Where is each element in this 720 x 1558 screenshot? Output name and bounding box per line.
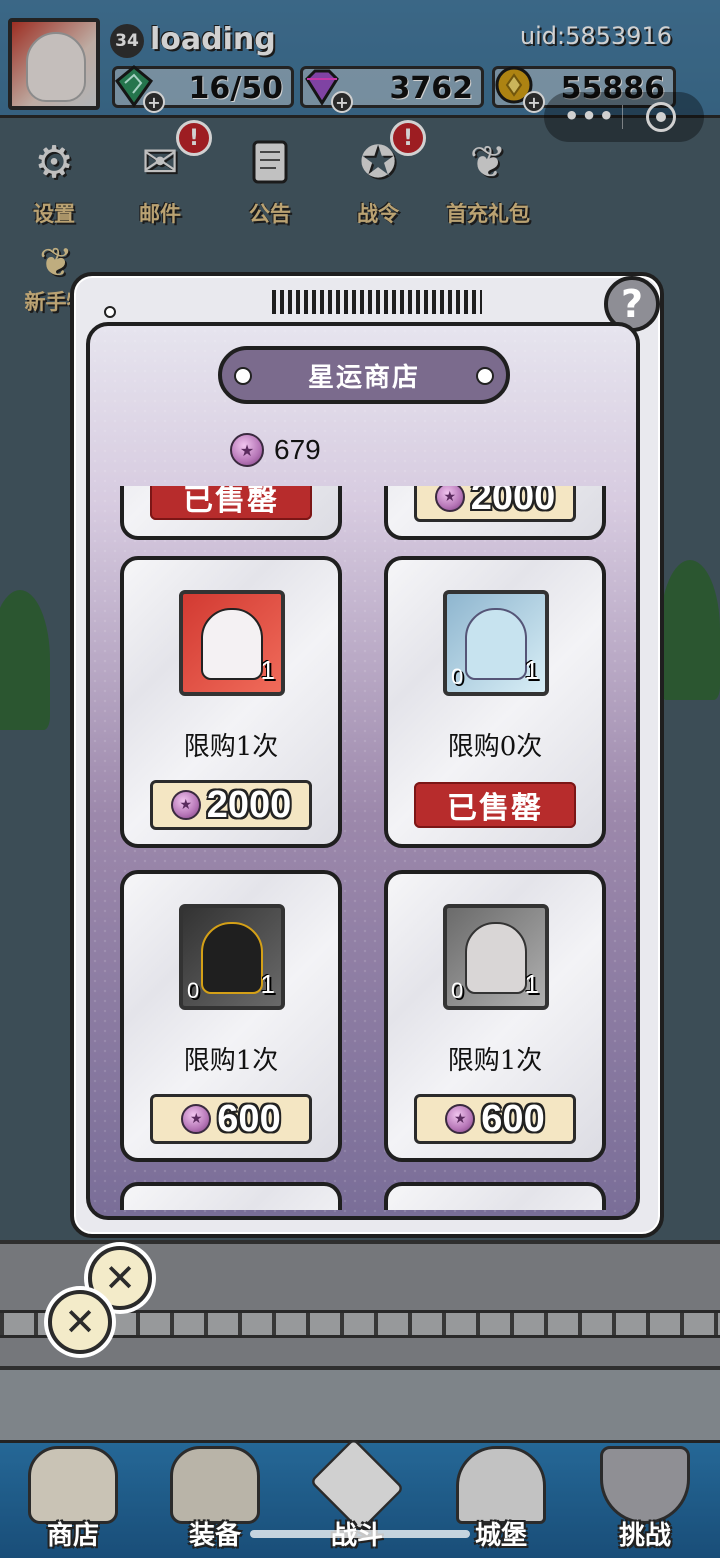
purchase-limit: 限购1次 — [183, 1046, 279, 1076]
item-count: 1 — [524, 969, 539, 999]
tab-challenge[interactable]: 挑战 — [580, 1446, 710, 1556]
shop-item-card-partial[interactable]: 已售罄 — [120, 486, 342, 540]
tab-challenge-label: 挑战 — [618, 1521, 671, 1551]
buy-button[interactable]: ★ 2000 — [150, 780, 312, 830]
item-count: 1 — [260, 655, 275, 685]
castle-icon — [456, 1446, 546, 1524]
buy-button[interactable]: ★ 600 — [150, 1094, 312, 1144]
tab-castle[interactable]: 城堡 — [436, 1446, 566, 1556]
tab-shop[interactable]: 商店 — [8, 1446, 138, 1556]
wolf-cloak-hero-portrait: 0 1 — [443, 904, 549, 1010]
shop-hut-icon — [28, 1446, 118, 1524]
shop-item-card[interactable]: 0 1 限购0次 已售罄 — [384, 556, 606, 848]
shop-item-card[interactable]: 1 限购1次 ★ 2000 — [120, 556, 342, 848]
star-coin-icon: ★ — [434, 486, 465, 512]
star-currency-display: ★ 679 — [230, 430, 321, 470]
tab-shop-label: 商店 — [46, 1521, 99, 1551]
sold-out-badge: 已售罄 — [150, 486, 312, 520]
price-value: 600 — [481, 1097, 545, 1140]
item-owned-count: 0 — [451, 978, 464, 1003]
purchase-limit: 限购0次 — [447, 732, 543, 762]
tab-equipment[interactable]: 装备 — [150, 1446, 280, 1556]
price-value: 2000 — [470, 486, 556, 518]
star-coin-icon: ★ — [445, 1104, 476, 1134]
star-currency-amount: 679 — [274, 434, 321, 465]
shop-title-plate: 星运商店 — [218, 346, 510, 404]
ice-hood-hero-portrait: 0 1 — [443, 590, 549, 696]
item-owned-count: 0 — [187, 978, 200, 1003]
panel-hatch-decoration — [272, 290, 482, 314]
shop-item-card[interactable]: 0 1 限购1次 ★ 600 — [384, 870, 606, 1162]
price-value: 600 — [217, 1097, 281, 1140]
purchase-limit: 限购1次 — [447, 1046, 543, 1076]
backpack-icon — [170, 1446, 260, 1524]
purchase-limit: 限购1次 — [183, 732, 279, 762]
anubis-hero-portrait: 0 1 — [179, 904, 285, 1010]
item-owned-count: 0 — [451, 664, 464, 689]
panda-hood-hero-portrait: 1 — [179, 590, 285, 696]
price-value: 2000 — [206, 783, 292, 826]
shop-item-card-partial[interactable]: ★ 2000 — [384, 486, 606, 540]
star-coin-icon: ★ — [181, 1104, 212, 1134]
home-indicator[interactable] — [250, 1530, 470, 1538]
shop-item-card-partial[interactable] — [120, 1182, 342, 1210]
sold-out-badge: 已售罄 — [414, 782, 576, 828]
tab-battle[interactable]: 战斗 — [292, 1437, 422, 1556]
buy-button[interactable]: ★ 600 — [414, 1094, 576, 1144]
close-panel-button[interactable]: ✕ — [48, 1290, 112, 1354]
star-coin-icon: ★ — [170, 790, 201, 820]
star-coin-icon: ★ — [230, 433, 264, 467]
shop-item-card-partial[interactable] — [384, 1182, 606, 1210]
shop-title: 星运商店 — [307, 362, 420, 393]
shop-item-grid: 已售罄 ★ 2000 1 限购1次 ★ 2000 0 1 限购0次 已售罄 0 — [110, 486, 620, 1210]
item-count: 1 — [260, 969, 275, 999]
item-count: 1 — [524, 655, 539, 685]
shop-item-card[interactable]: 0 1 限购1次 ★ 600 — [120, 870, 342, 1162]
shield-crest-icon — [600, 1446, 690, 1524]
buy-button[interactable]: ★ 2000 — [414, 486, 576, 522]
